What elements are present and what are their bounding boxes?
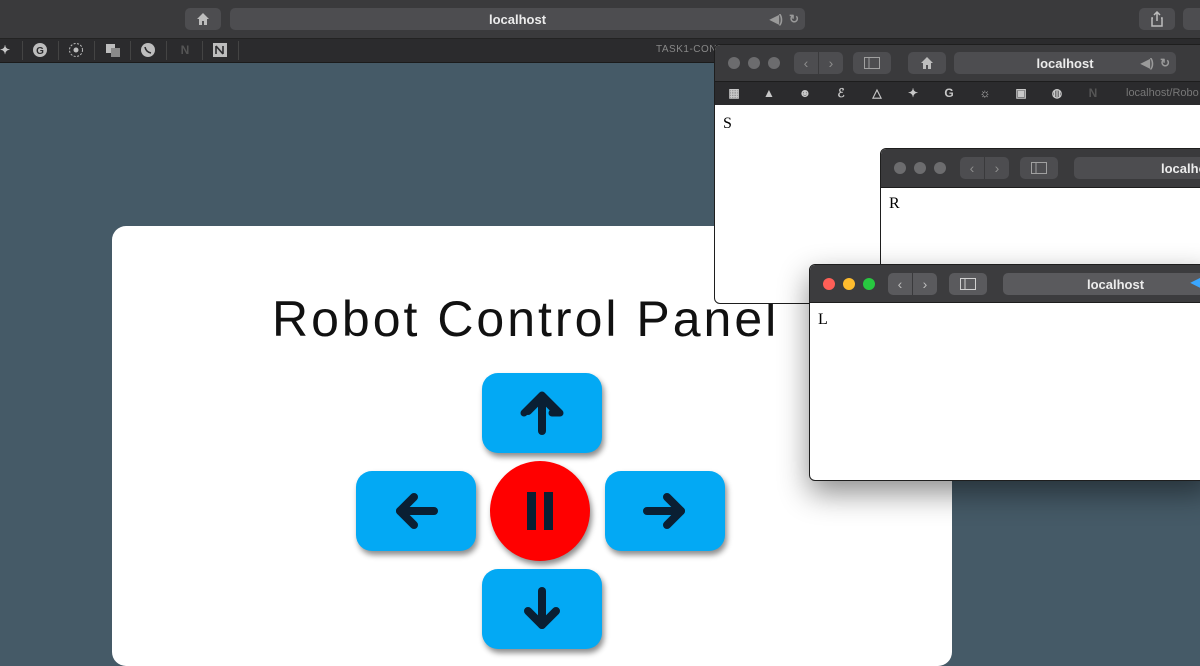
backward-button[interactable] bbox=[482, 569, 602, 649]
tabs-button[interactable] bbox=[1183, 8, 1200, 30]
translate-favicon-icon[interactable]: ▣ bbox=[1012, 84, 1030, 102]
drive-favicon-icon[interactable]: △ bbox=[868, 84, 886, 102]
arrow-left-icon bbox=[396, 493, 438, 529]
favorites-bar: ▦ ▲ ☻ ℰ △ ✦ G ☼ ▣ ◍ N localhost/Robo bbox=[715, 82, 1200, 105]
right-button[interactable] bbox=[605, 471, 725, 551]
grammarly-favicon-icon[interactable]: G bbox=[940, 84, 958, 102]
evernote-favicon-icon[interactable]: ℰ bbox=[832, 84, 850, 102]
home-icon bbox=[197, 13, 209, 25]
whatsapp-favicon-icon[interactable]: ◍ bbox=[1048, 84, 1066, 102]
window-content: L bbox=[818, 311, 828, 328]
address-bar[interactable]: localhost ◀ bbox=[1003, 273, 1200, 295]
home-button[interactable] bbox=[908, 52, 946, 74]
back-forward-buttons[interactable]: ‹ › bbox=[794, 52, 843, 74]
reddit-favicon-icon[interactable]: ☻ bbox=[796, 84, 814, 102]
turtle-favicon-icon[interactable]: ✦ bbox=[904, 84, 922, 102]
back-icon[interactable]: ‹ bbox=[960, 157, 984, 179]
reload-icon[interactable]: ↻ bbox=[789, 12, 799, 26]
window-s-toolbar: ‹ › localhost ◀) ↻ bbox=[715, 45, 1200, 82]
close-light[interactable] bbox=[894, 162, 906, 174]
main-toolbar: localhost ◀) ↻ bbox=[0, 0, 1200, 39]
left-button[interactable] bbox=[356, 471, 476, 551]
sidebar-button[interactable] bbox=[949, 273, 987, 295]
favorites-overflow-text: localhost/Robo bbox=[1126, 87, 1199, 99]
zoom-light[interactable] bbox=[863, 278, 875, 290]
whatsapp-favicon-icon[interactable] bbox=[139, 41, 157, 59]
arrow-down-icon bbox=[524, 587, 560, 629]
window-content: S bbox=[723, 115, 732, 132]
sidebar-icon bbox=[1031, 162, 1047, 174]
reload-icon[interactable]: ↻ bbox=[1160, 56, 1170, 70]
translate-favicon-icon[interactable] bbox=[104, 41, 122, 59]
qr-favicon-icon[interactable]: ▦ bbox=[725, 84, 743, 102]
window-r-toolbar: ‹› localhost bbox=[881, 149, 1200, 188]
share-icon bbox=[1151, 11, 1163, 27]
forward-icon[interactable]: › bbox=[984, 157, 1009, 179]
stop-button[interactable] bbox=[490, 461, 590, 561]
address-bar[interactable]: localhost ◀) ↻ bbox=[954, 52, 1176, 74]
home-icon bbox=[921, 57, 933, 69]
minimize-light[interactable] bbox=[843, 278, 855, 290]
netflix-favicon-icon[interactable]: N bbox=[1084, 84, 1102, 102]
sidebar-icon bbox=[864, 57, 880, 69]
minimize-light[interactable] bbox=[914, 162, 926, 174]
grammarly-favicon-icon[interactable]: G bbox=[31, 41, 49, 59]
page-title: Robot Control Panel bbox=[272, 291, 780, 347]
tab-title[interactable]: TASK1-CON bbox=[656, 44, 717, 55]
home-button[interactable] bbox=[185, 8, 221, 30]
adobe-favicon-icon[interactable]: ▲ bbox=[760, 84, 778, 102]
address-text: localhost bbox=[1161, 160, 1200, 176]
share-button[interactable] bbox=[1139, 8, 1175, 30]
minimize-light[interactable] bbox=[748, 57, 760, 69]
forward-button[interactable] bbox=[482, 373, 602, 453]
sidebar-icon bbox=[960, 278, 976, 290]
address-bar[interactable]: localhost bbox=[1074, 157, 1200, 179]
window-l[interactable]: ‹ › localhost ◀ L bbox=[809, 264, 1200, 481]
close-light[interactable] bbox=[728, 57, 740, 69]
speaker-icon[interactable]: ◀) bbox=[1141, 56, 1154, 70]
notion-favicon-icon[interactable] bbox=[211, 41, 229, 59]
zoom-light[interactable] bbox=[934, 162, 946, 174]
address-text: localhost bbox=[1086, 276, 1145, 292]
arrow-up-icon bbox=[520, 391, 564, 435]
speaker-active-icon[interactable]: ◀ bbox=[1191, 275, 1200, 289]
forward-icon[interactable]: › bbox=[912, 273, 937, 295]
back-icon[interactable]: ‹ bbox=[794, 52, 818, 74]
sidebar-button[interactable] bbox=[1020, 157, 1058, 179]
zoom-light[interactable] bbox=[768, 57, 780, 69]
turtle-favicon-icon[interactable]: ✦ bbox=[0, 41, 14, 59]
pause-icon bbox=[527, 492, 553, 530]
arrow-right-icon bbox=[643, 493, 685, 529]
window-l-toolbar: ‹ › localhost ◀ bbox=[810, 265, 1200, 303]
svg-text:G: G bbox=[36, 46, 44, 57]
netflix-favicon-icon[interactable]: N bbox=[176, 41, 194, 59]
back-forward-buttons[interactable]: ‹ › bbox=[960, 157, 1009, 179]
address-text: localhost bbox=[488, 11, 547, 27]
speaker-icon[interactable]: ◀) bbox=[770, 12, 783, 26]
close-light[interactable] bbox=[823, 278, 835, 290]
sun-favicon-icon[interactable] bbox=[67, 41, 85, 59]
back-icon[interactable]: ‹ bbox=[888, 273, 912, 295]
sidebar-button[interactable] bbox=[853, 52, 891, 74]
sun-favicon-icon[interactable]: ☼ bbox=[976, 84, 994, 102]
forward-icon[interactable]: › bbox=[818, 52, 843, 74]
window-content: R bbox=[889, 195, 900, 212]
address-text: localhost bbox=[1036, 55, 1094, 71]
back-forward-buttons[interactable]: ‹ › bbox=[888, 273, 937, 295]
address-bar[interactable]: localhost ◀) ↻ bbox=[230, 8, 805, 30]
